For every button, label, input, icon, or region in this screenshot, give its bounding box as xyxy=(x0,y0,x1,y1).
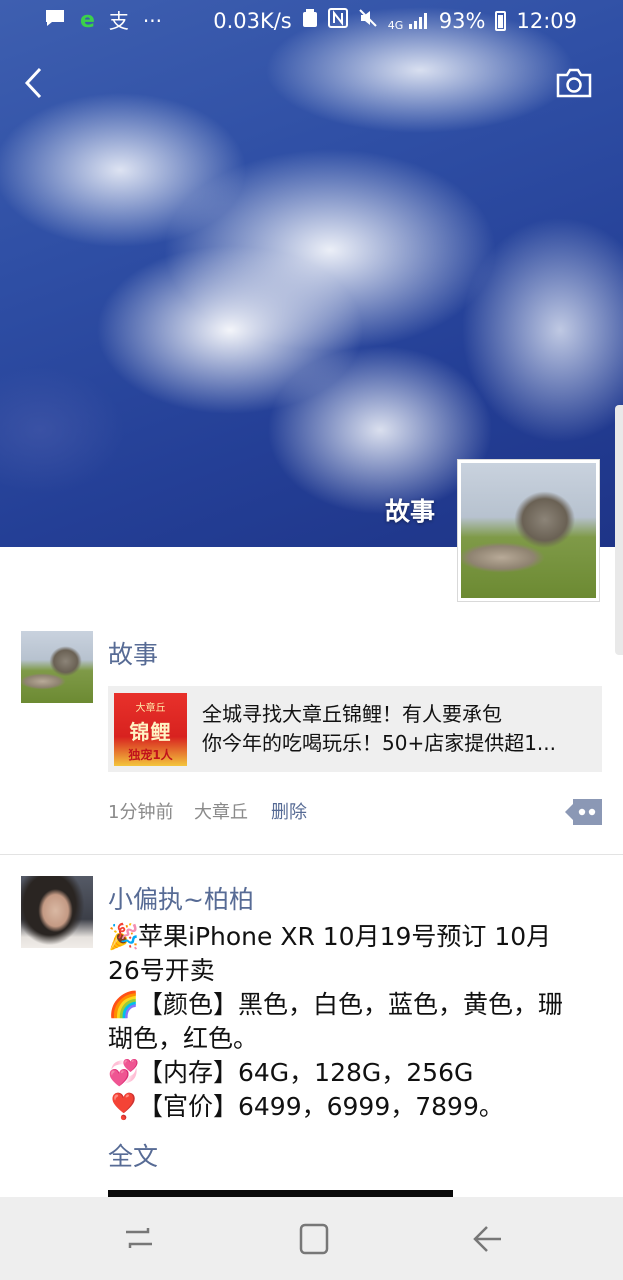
camera-icon xyxy=(556,68,592,98)
status-bar: e 支 ··· 0.03K/s 4G 93% 12:09 xyxy=(0,0,623,44)
back-nav-button[interactable] xyxy=(470,1222,506,1256)
post-location[interactable]: 大章丘 xyxy=(194,798,248,824)
cat-avatar-image xyxy=(21,631,93,703)
party-popper-icon: 🎉 xyxy=(108,922,140,951)
link-thumbnail: 大章丘 锦鲤 独宠1人 xyxy=(114,693,187,766)
battery-percent: 93% xyxy=(438,8,486,33)
full-text-link[interactable]: 全文 xyxy=(108,1137,158,1173)
link-title: 全城寻找大章丘锦鲤！有人要承包 你今年的吃喝玩乐！50+店家提供超1... xyxy=(202,700,594,758)
alipay-icon: 支 xyxy=(108,9,129,33)
revolving-hearts-icon: 💞 xyxy=(108,1058,140,1087)
cover-username: 故事 xyxy=(384,497,435,526)
status-right: 0.03K/s 4G 93% 12:09 xyxy=(213,8,577,33)
home-button[interactable] xyxy=(296,1222,332,1256)
link-card[interactable]: 大章丘 锦鲤 独宠1人 全城寻找大章丘锦鲤！有人要承包 你今年的吃喝玩乐！50+… xyxy=(108,686,602,772)
more-dots-icon xyxy=(565,799,602,825)
nfc-icon xyxy=(327,8,348,33)
post-line-text: 苹果iPhone XR 10月19号预订 10月 xyxy=(138,922,552,951)
rainbow-icon: 🌈 xyxy=(108,990,140,1019)
link-title-line1: 全城寻找大章丘锦鲤！有人要承包 xyxy=(202,702,502,726)
thumb-bottom-text: 独宠1人 xyxy=(128,748,173,762)
back-button[interactable] xyxy=(22,66,48,100)
network-type: 4G xyxy=(387,18,404,32)
more-dots-icon: ··· xyxy=(142,9,162,33)
edge-panel-handle[interactable] xyxy=(615,405,623,655)
post-avatar[interactable] xyxy=(21,631,93,703)
system-nav-bar xyxy=(0,1197,623,1280)
post-username[interactable]: 小偏执~柏柏 xyxy=(108,880,254,916)
camera-button[interactable] xyxy=(555,68,593,98)
profile-avatar[interactable] xyxy=(457,459,600,602)
clock: 12:09 xyxy=(516,8,577,33)
heart-exclamation-icon: ❣️ xyxy=(108,1092,140,1121)
post-divider xyxy=(0,854,623,855)
post-line: 🌈【颜色】黑色，白色，蓝色，黄色，珊 xyxy=(108,988,603,1022)
signal-icon: 4G xyxy=(388,11,429,31)
post-line: 💞【内存】64G，128G，256G xyxy=(108,1056,603,1090)
status-left: e 支 ··· xyxy=(44,8,162,34)
browser-e-icon: e xyxy=(80,8,95,33)
chevron-left-icon xyxy=(24,67,42,99)
post-line: 🎉苹果iPhone XR 10月19号预订 10月 xyxy=(108,920,603,954)
cat-avatar-image xyxy=(461,463,596,598)
post-line-text: 瑚色，红色。 xyxy=(108,1024,259,1053)
recycle-icon xyxy=(302,8,318,33)
thumb-main-text: 锦鲤 xyxy=(129,720,172,744)
post-line-text: 26号开卖 xyxy=(108,956,215,985)
battery-icon xyxy=(495,10,507,31)
post-time: 1分钟前 xyxy=(108,802,174,823)
post-line-text: 【官价】6499，6999，7899。 xyxy=(138,1092,504,1121)
network-speed: 0.03K/s xyxy=(213,8,292,33)
mute-icon xyxy=(358,8,378,33)
post-avatar[interactable] xyxy=(21,876,93,948)
comment-menu-button[interactable] xyxy=(565,799,602,825)
post-line-text: 【内存】64G，128G，256G xyxy=(138,1058,474,1087)
link-title-line2: 你今年的吃喝玩乐！50+店家提供超1... xyxy=(202,731,557,755)
thumb-top-text: 大章丘 xyxy=(135,703,166,714)
post-line: 26号开卖 xyxy=(108,954,603,988)
post-line: 瑚色，红色。 xyxy=(108,1022,603,1056)
back-arrow-icon xyxy=(473,1226,501,1252)
post-text: 🎉苹果iPhone XR 10月19号预订 10月 26号开卖 🌈【颜色】黑色，… xyxy=(108,920,603,1124)
post-line: ❣️【官价】6499，6999，7899。 xyxy=(108,1090,603,1124)
post-username[interactable]: 故事 xyxy=(108,635,158,671)
post-line-text: 【颜色】黑色，白色，蓝色，黄色，珊 xyxy=(138,990,564,1019)
recent-apps-button[interactable] xyxy=(122,1222,158,1256)
home-icon xyxy=(299,1223,329,1255)
delete-link[interactable]: 删除 xyxy=(271,798,307,824)
recent-apps-icon xyxy=(126,1228,152,1248)
chat-bubble-icon xyxy=(44,8,66,34)
